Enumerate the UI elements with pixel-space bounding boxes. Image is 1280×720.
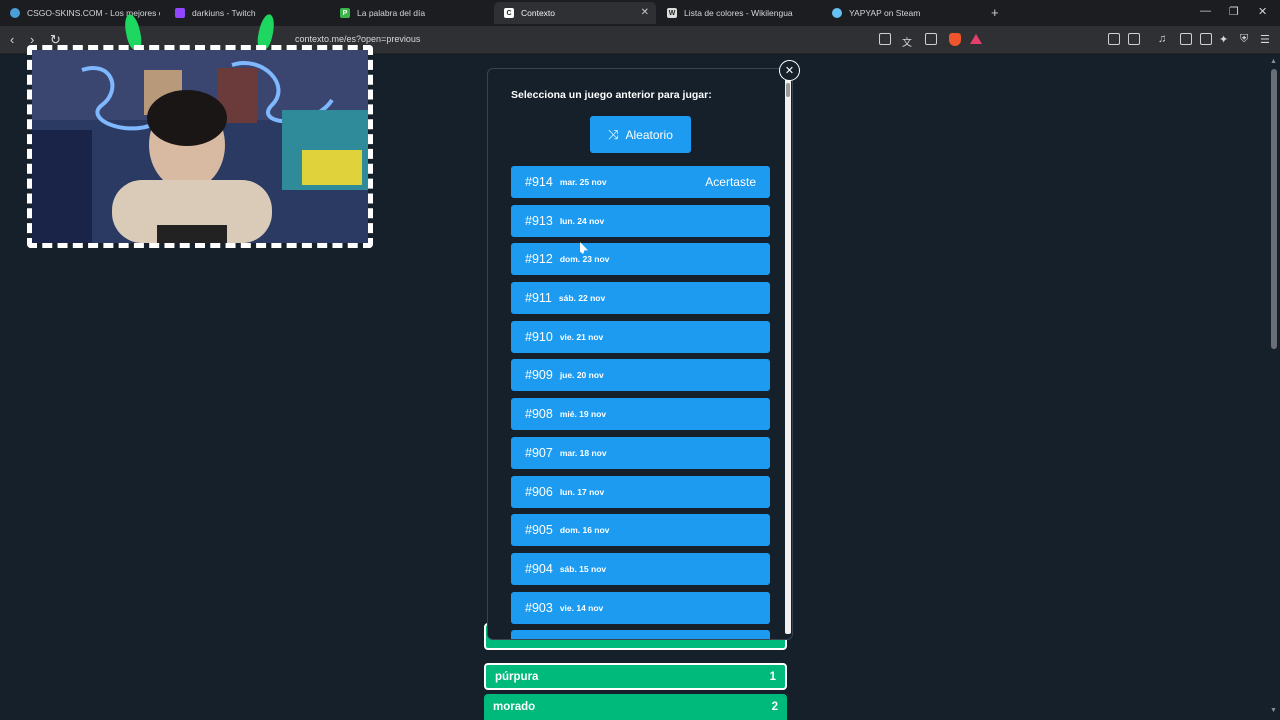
tab-title: Contexto xyxy=(521,8,556,18)
game-date: vie. 21 nov xyxy=(559,331,604,342)
csgo-favicon-icon xyxy=(10,8,20,18)
close-icon: ✕ xyxy=(784,65,795,77)
game-date: jue. 20 nov xyxy=(559,370,604,381)
tab-wikilengua[interactable]: W Lista de colores - Wikilengua xyxy=(657,2,822,24)
wallet-icon[interactable] xyxy=(1128,33,1140,45)
game-number: #903 xyxy=(525,600,553,615)
game-item-907[interactable]: #907 mar. 18 nov xyxy=(511,436,770,469)
extensions-icon[interactable] xyxy=(1108,33,1120,45)
game-date: dom. 16 nov xyxy=(559,525,610,536)
brave-rewards-icon[interactable] xyxy=(970,34,982,44)
vpn-icon[interactable]: ⛨ xyxy=(1240,33,1248,46)
shuffle-icon: ⤨ xyxy=(608,126,619,142)
game-item-913[interactable]: #913 lun. 24 nov xyxy=(511,204,770,237)
game-item-912[interactable]: #912 dom. 23 nov xyxy=(511,243,770,276)
game-date: mar. 25 nov xyxy=(559,177,607,187)
menu-icon[interactable]: ☰ xyxy=(1260,33,1270,46)
scroll-up-icon[interactable]: ▲ xyxy=(1270,58,1277,65)
back-icon[interactable]: ‹ xyxy=(10,32,14,47)
scroll-down-icon[interactable]: ▼ xyxy=(1270,707,1277,714)
modal-close-button[interactable]: ✕ xyxy=(779,60,800,81)
tab-title: Lista de colores - Wikilengua xyxy=(684,8,793,18)
ai-assistant-icon[interactable]: ✦ xyxy=(1219,33,1228,46)
game-date: mar. 18 nov xyxy=(559,447,607,458)
twitch-favicon-icon xyxy=(175,8,185,18)
tab-contexto[interactable]: C Contexto ✕ xyxy=(494,2,656,24)
word-text: púrpura xyxy=(495,670,539,683)
new-tab-icon[interactable]: + xyxy=(991,5,999,20)
game-item-911[interactable]: #911 sáb. 22 nov xyxy=(511,282,770,315)
word-rank: 2 xyxy=(771,701,778,713)
game-item-908[interactable]: #908 mié. 19 nov xyxy=(511,398,770,431)
page-scrollbar[interactable]: ▲ ▼ xyxy=(1268,55,1280,720)
game-number: #914 xyxy=(525,175,553,189)
game-date: vie. 14 nov xyxy=(559,602,604,613)
modal-scrollbar-thumb[interactable] xyxy=(786,83,790,97)
game-number: #906 xyxy=(525,484,553,499)
page-scrollbar-thumb[interactable] xyxy=(1271,69,1277,349)
game-number: #909 xyxy=(525,368,553,383)
translate-icon[interactable]: 文 xyxy=(902,34,912,49)
game-item-903[interactable]: #903 vie. 14 nov xyxy=(511,591,770,624)
modal-scrollbar[interactable] xyxy=(785,79,791,634)
tab-steam[interactable]: YAPYAP on Steam xyxy=(822,2,987,24)
tab-title: darkiuns - Twitch xyxy=(192,8,256,18)
game-number: #905 xyxy=(525,523,553,538)
previous-games-modal: Selecciona un juego anterior para jugar:… xyxy=(487,68,793,640)
game-number: #912 xyxy=(525,252,553,267)
game-date: sáb. 15 nov xyxy=(559,563,607,574)
game-number: #910 xyxy=(525,329,553,344)
tab-title: CSGO-SKINS.COM - Los mejores ca xyxy=(27,8,160,18)
game-number: #904 xyxy=(525,561,553,576)
tab-close-icon[interactable]: ✕ xyxy=(641,7,649,18)
random-button-label: Aleatorio xyxy=(625,127,673,142)
restore-icon[interactable]: ❐ xyxy=(1229,5,1239,18)
word-row: morado 2 xyxy=(484,694,787,720)
address-bar[interactable]: contexto.me/es?open=previous xyxy=(295,34,420,44)
contexto-favicon-icon: C xyxy=(504,8,514,18)
browser-tab-strip: CSGO-SKINS.COM - Los mejores ca darkiuns… xyxy=(0,0,1280,26)
game-date: mié. 19 nov xyxy=(559,409,607,420)
game-date: lun. 17 nov xyxy=(559,486,605,497)
tab-palabra-del-dia[interactable]: P La palabra del día xyxy=(330,2,490,24)
webcam-overlay xyxy=(27,45,373,248)
game-number: #913 xyxy=(525,213,553,228)
share-icon[interactable] xyxy=(925,33,937,45)
game-date: dom. 23 nov xyxy=(559,254,610,265)
wikilengua-favicon-icon: W xyxy=(667,8,677,18)
minimize-icon[interactable]: — xyxy=(1200,5,1211,17)
window-close-icon[interactable]: ✕ xyxy=(1258,5,1267,18)
modal-title: Selecciona un juego anterior para jugar: xyxy=(511,89,712,101)
game-list[interactable]: #914 mar. 25 nov Acertaste #913 lun. 24 … xyxy=(511,166,770,639)
game-item-partial[interactable] xyxy=(511,630,770,639)
media-icon[interactable]: ♫ xyxy=(1158,33,1166,45)
sidebar-icon[interactable] xyxy=(1180,33,1192,45)
tab-title: La palabra del día xyxy=(357,8,426,18)
game-status: Acertaste xyxy=(705,175,756,189)
leo-wallet-icon[interactable] xyxy=(1200,33,1212,45)
game-item-910[interactable]: #910 vie. 21 nov xyxy=(511,320,770,353)
screenshot-icon[interactable] xyxy=(879,33,891,45)
brave-shields-icon[interactable] xyxy=(949,33,961,46)
game-item-909[interactable]: #909 jue. 20 nov xyxy=(511,359,770,392)
tab-twitch[interactable]: darkiuns - Twitch xyxy=(165,2,325,24)
game-date: sáb. 22 nov xyxy=(558,293,606,304)
game-number: #907 xyxy=(525,445,553,460)
word-rank: 1 xyxy=(769,670,776,683)
game-item-906[interactable]: #906 lun. 17 nov xyxy=(511,475,770,508)
webcam-feed-image xyxy=(32,50,368,243)
random-game-button[interactable]: ⤨ Aleatorio xyxy=(590,116,691,153)
steam-favicon-icon xyxy=(832,8,842,18)
game-number: #911 xyxy=(525,291,552,306)
game-item-904[interactable]: #904 sáb. 15 nov xyxy=(511,552,770,585)
game-number: #908 xyxy=(525,407,553,422)
game-item-914[interactable]: #914 mar. 25 nov Acertaste xyxy=(511,166,770,198)
tab-title: YAPYAP on Steam xyxy=(849,8,921,18)
word-row: púrpura 1 xyxy=(484,663,787,690)
word-text: morado xyxy=(493,701,536,713)
game-item-905[interactable]: #905 dom. 16 nov xyxy=(511,514,770,547)
game-date: lun. 24 nov xyxy=(559,215,605,226)
palabra-favicon-icon: P xyxy=(340,8,350,18)
